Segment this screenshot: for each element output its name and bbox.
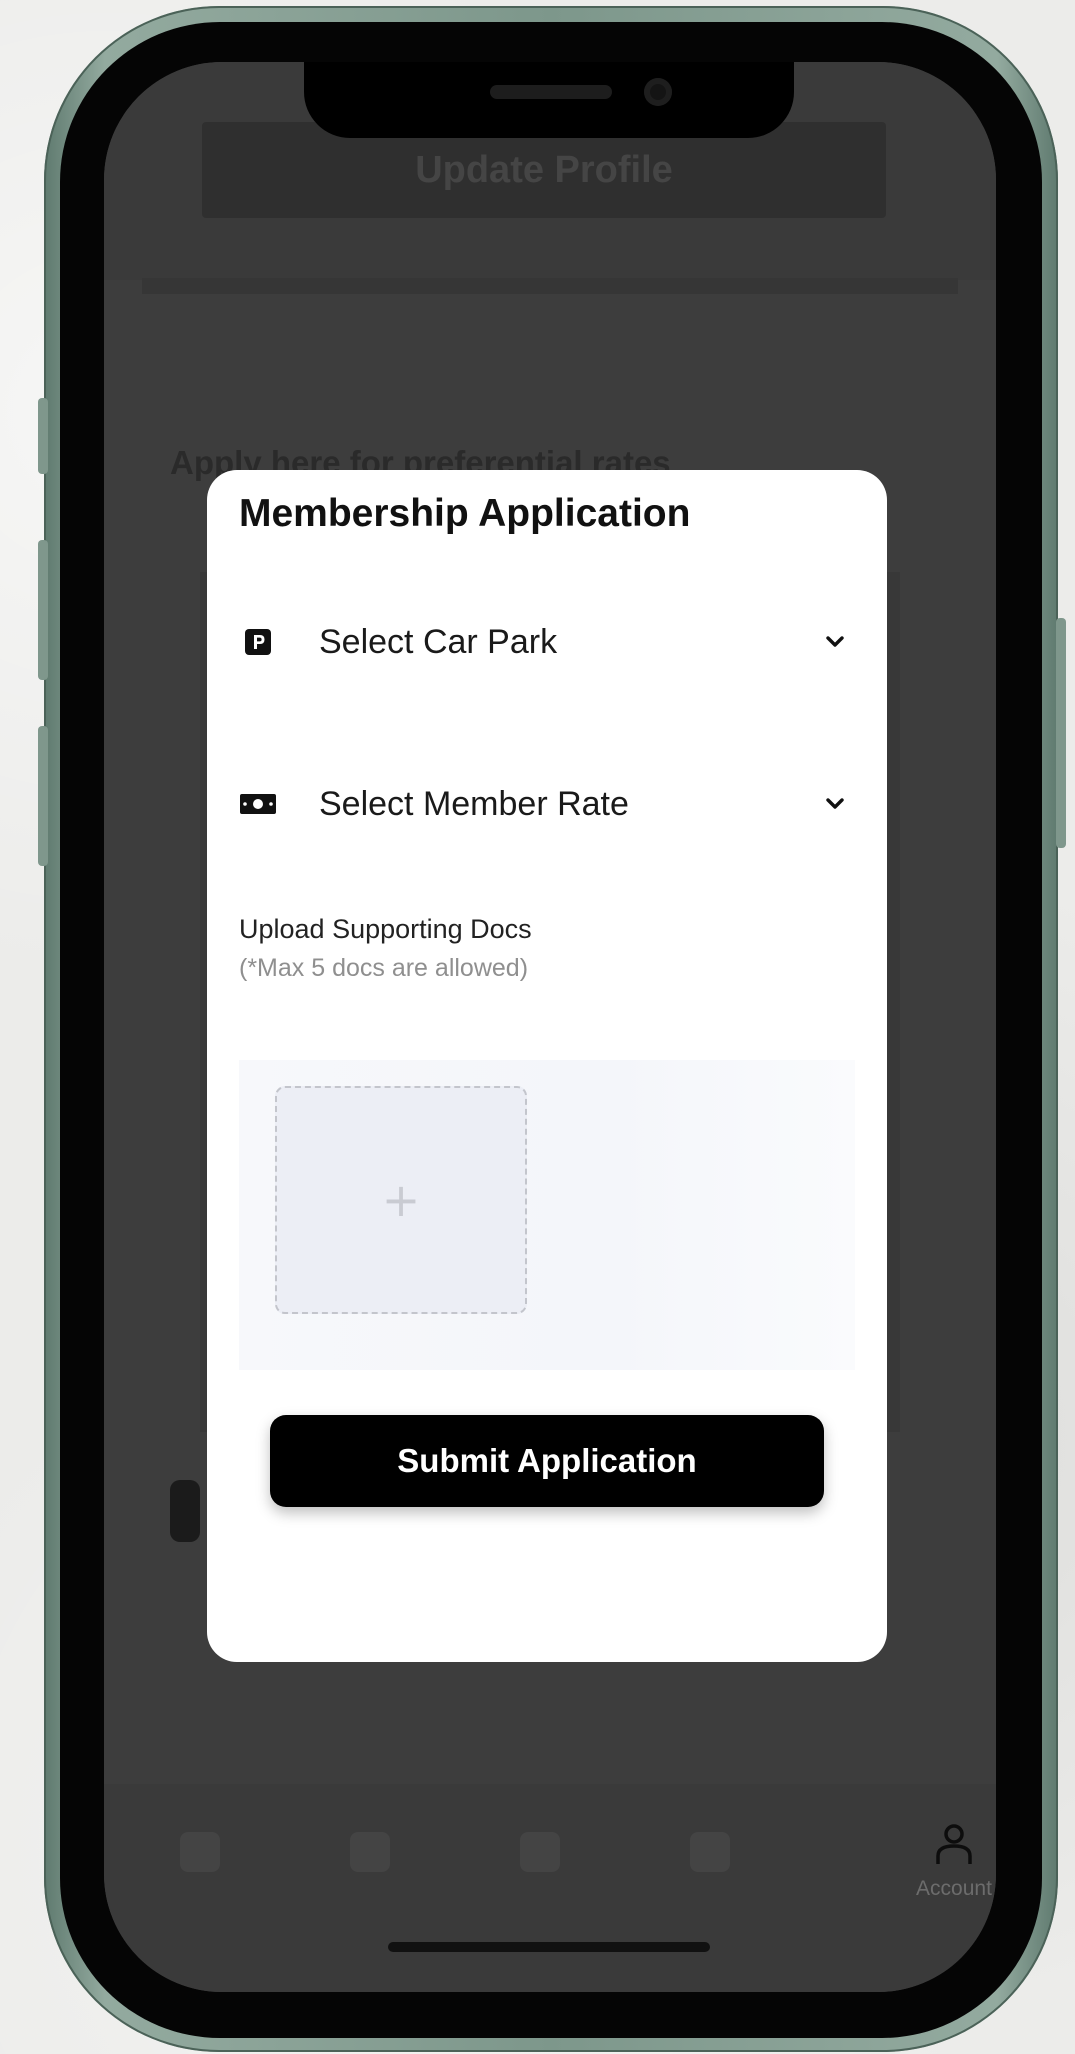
phone-mute-switch <box>38 398 48 474</box>
member-rate-select-label: Select Member Rate <box>319 784 629 823</box>
upload-docs-title: Upload Supporting Docs <box>239 914 532 944</box>
upload-docs-limit-note: (*Max 5 docs are allowed) <box>239 954 529 982</box>
upload-area: + <box>239 1060 855 1370</box>
submit-application-button[interactable]: Submit Application <box>270 1415 824 1507</box>
phone-volume-up-button <box>38 540 48 680</box>
member-rate-select[interactable]: Select Member Rate <box>239 772 855 836</box>
chevron-down-icon <box>823 630 847 654</box>
tab-menu <box>140 1784 260 1872</box>
car-park-select[interactable]: Select Car Park <box>239 610 855 674</box>
phone-volume-down-button <box>38 726 48 866</box>
phone-notch <box>304 62 794 138</box>
ticket-icon <box>350 1832 390 1872</box>
banknote-icon <box>239 785 277 823</box>
tab-wallet <box>650 1784 770 1872</box>
plus-icon: + <box>381 1173 421 1227</box>
car-park-select-label: Select Car Park <box>319 622 558 661</box>
menu-icon <box>180 1832 220 1872</box>
tab-tickets <box>310 1784 430 1872</box>
parking-icon <box>239 623 277 661</box>
dimmed-divider <box>142 278 958 294</box>
phone-power-button <box>1056 618 1066 848</box>
wallet-icon <box>690 1832 730 1872</box>
tab-account: Account <box>894 1780 996 1901</box>
add-document-button[interactable]: + <box>275 1086 527 1314</box>
list-icon <box>520 1832 560 1872</box>
tab-list <box>480 1784 600 1872</box>
front-camera <box>644 78 672 106</box>
home-indicator <box>388 1942 710 1952</box>
dimmed-gift-button <box>170 1480 200 1542</box>
membership-application-modal: Membership Application Select Car Park S… <box>207 470 887 1662</box>
modal-title: Membership Application <box>239 492 691 535</box>
chevron-down-icon <box>823 792 847 816</box>
account-icon <box>936 1824 972 1864</box>
tab-account-label: Account <box>916 1877 992 1900</box>
earpiece-speaker <box>490 85 612 99</box>
